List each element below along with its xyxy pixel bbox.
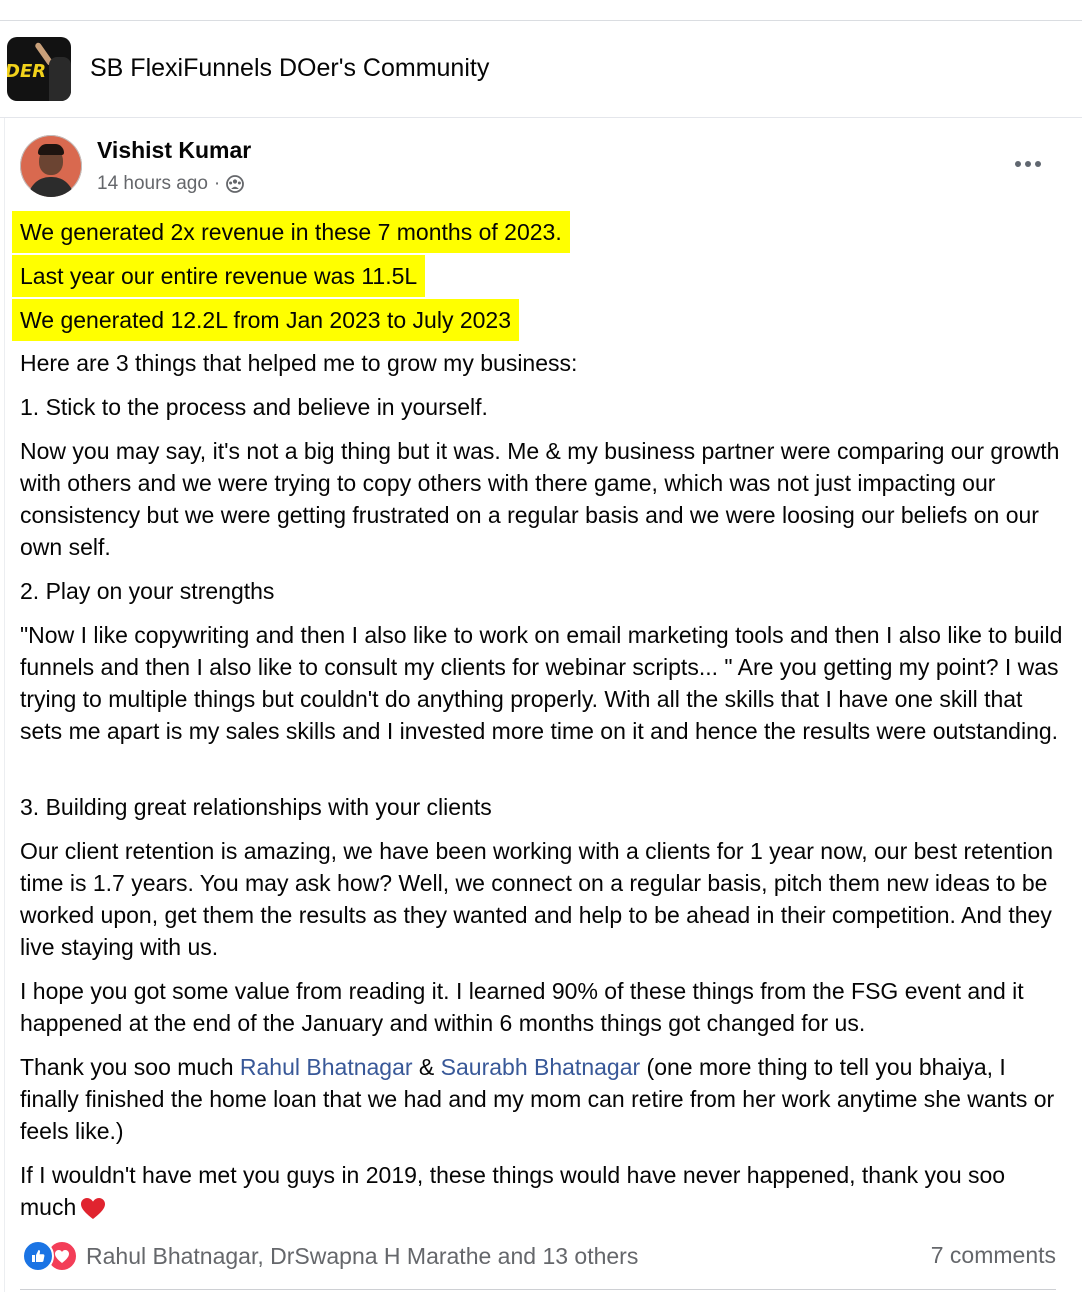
post-paragraph: "Now I like copywriting and then I also … bbox=[20, 622, 1063, 744]
highlighted-line: We generated 12.2L from Jan 2023 to July… bbox=[12, 299, 519, 341]
more-dot-icon bbox=[1035, 161, 1041, 167]
group-title[interactable]: SB FlexiFunnels DOer's Community bbox=[90, 54, 489, 83]
top-divider bbox=[0, 20, 1082, 21]
meta-separator: · bbox=[213, 173, 221, 194]
mention-link[interactable]: Rahul Bhatnagar bbox=[240, 1054, 413, 1080]
thanks-prefix: Thank you soo much bbox=[20, 1054, 240, 1080]
logo-text: DER bbox=[7, 61, 47, 82]
actions-divider bbox=[20, 1289, 1056, 1290]
mention-link[interactable]: Saurabh Bhatnagar bbox=[441, 1054, 641, 1080]
post-paragraph: I hope you got some value from reading i… bbox=[20, 978, 1024, 1036]
post-paragraph: Here are 3 things that helped me to grow… bbox=[20, 350, 578, 376]
card-border bbox=[4, 118, 5, 1292]
like-reaction-icon bbox=[22, 1240, 54, 1272]
post-paragraph: 3. Building great relationships with you… bbox=[20, 794, 492, 820]
closing-text: If I wouldn't have met you guys in 2019,… bbox=[20, 1162, 1006, 1220]
closing-paragraph: If I wouldn't have met you guys in 2019,… bbox=[20, 1159, 1065, 1223]
group-logo[interactable]: DER bbox=[7, 37, 71, 101]
avatar-body-shape bbox=[28, 177, 74, 197]
header-divider bbox=[0, 117, 1082, 118]
post-paragraph: 2. Play on your strengths bbox=[20, 578, 275, 604]
more-dot-icon bbox=[1025, 161, 1031, 167]
logo-figure-shape bbox=[49, 57, 71, 101]
post-meta: 14 hours ago · bbox=[97, 173, 245, 195]
heart-emoji-icon bbox=[81, 1197, 106, 1219]
highlighted-line: Last year our entire revenue was 11.5L bbox=[12, 255, 426, 297]
more-dot-icon bbox=[1015, 161, 1021, 167]
reactors-text[interactable]: Rahul Bhatnagar, DrSwapna H Marathe and … bbox=[86, 1243, 638, 1270]
avatar-hair-shape bbox=[38, 144, 64, 155]
reactions-summary[interactable]: Rahul Bhatnagar, DrSwapna H Marathe and … bbox=[22, 1240, 638, 1272]
author-avatar[interactable] bbox=[20, 135, 82, 197]
post-timestamp[interactable]: 14 hours ago bbox=[97, 173, 208, 195]
post-paragraph: Our client retention is amazing, we have… bbox=[20, 838, 1053, 960]
post-paragraph: 1. Stick to the process and believe in y… bbox=[20, 394, 488, 420]
thanks-amp: & bbox=[412, 1054, 441, 1080]
more-options-button[interactable] bbox=[1010, 150, 1046, 178]
highlighted-line: We generated 2x revenue in these 7 month… bbox=[12, 211, 570, 253]
author-name[interactable]: Vishist Kumar bbox=[97, 137, 251, 164]
post-paragraph: Now you may say, it's not a big thing bu… bbox=[20, 438, 1060, 560]
comments-count[interactable]: 7 comments bbox=[931, 1242, 1056, 1269]
group-audience-icon[interactable] bbox=[226, 175, 245, 193]
thanks-paragraph: Thank you soo much Rahul Bhatnagar & Sau… bbox=[20, 1051, 1065, 1147]
